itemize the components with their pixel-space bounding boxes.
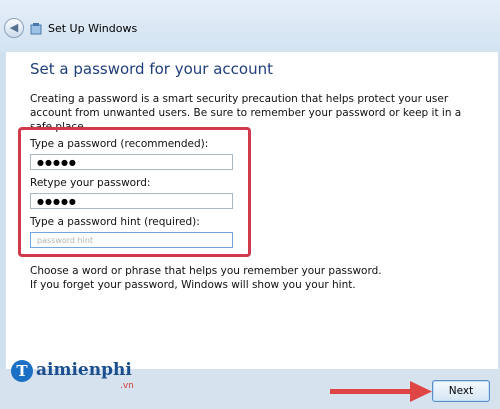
help-line-2: If you forget your password, Windows wil… — [30, 279, 356, 291]
password-hint-field[interactable]: password hint — [30, 232, 233, 248]
password-hint-label: Type a password hint (required): — [30, 216, 200, 228]
next-button[interactable]: Next — [432, 380, 490, 402]
watermark-tld: .vn — [120, 381, 134, 391]
help-line-1: Choose a word or phrase that helps you r… — [30, 265, 382, 277]
password-label: Type a password (recommended): — [30, 138, 209, 150]
windows-setup-icon — [30, 23, 42, 35]
hint-help-text: Choose a word or phrase that helps you r… — [30, 264, 470, 292]
watermark-brand: aimienphi — [36, 360, 132, 380]
title-bar: ◀ Set Up Windows — [0, 0, 500, 52]
page-title: Set a password for your account — [30, 60, 273, 78]
back-arrow-icon: ◀ — [9, 21, 19, 34]
content-panel: Set a password for your account Creating… — [6, 52, 498, 369]
retype-password-field[interactable]: ●●●●● — [30, 193, 233, 209]
taimienphi-logo-icon: T — [11, 360, 33, 382]
password-field[interactable]: ●●●●● — [30, 154, 233, 170]
back-button[interactable]: ◀ — [4, 18, 24, 38]
red-arrow-icon — [330, 381, 432, 402]
retype-password-label: Retype your password: — [30, 177, 151, 189]
logo-initial: T — [16, 362, 28, 380]
window-title: Set Up Windows — [48, 22, 138, 35]
